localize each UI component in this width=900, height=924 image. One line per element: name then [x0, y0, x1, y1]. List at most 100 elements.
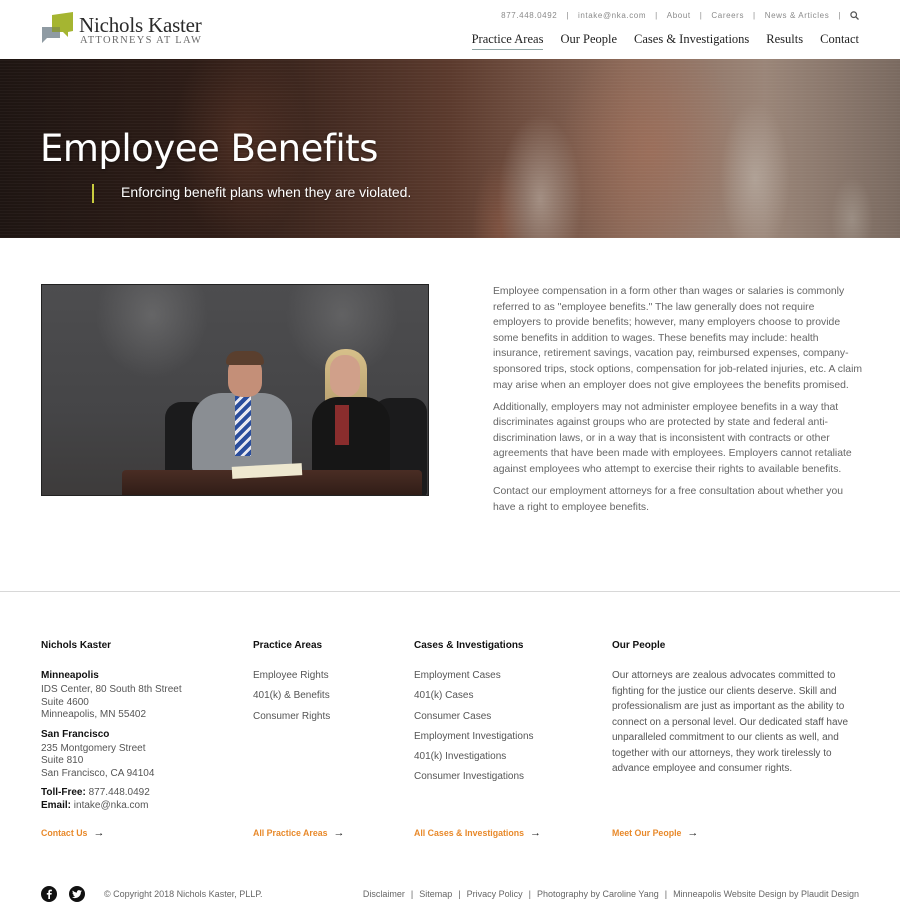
contact-us-label: Contact Us: [41, 828, 88, 838]
photography-credit-link[interactable]: Photography by Caroline Yang: [537, 889, 659, 899]
list-item: Employee Rights: [253, 670, 330, 682]
office-name: Minneapolis: [41, 670, 99, 681]
photo-woman-head: [330, 355, 360, 397]
footer-divider: [0, 591, 900, 592]
office-address-line: 235 Montgomery Street: [41, 742, 146, 754]
utility-separator: |: [655, 11, 658, 20]
utility-email-link[interactable]: intake@nka.com: [578, 11, 646, 20]
office-address-line: Suite 810: [41, 755, 84, 766]
tollfree-line: Toll-Free: 877.448.0492: [41, 787, 182, 800]
footer-heading-people: Our People: [612, 640, 666, 651]
footer-col-cases: Cases & Investigations Employment Cases …: [414, 640, 534, 792]
utility-link-news[interactable]: News & Articles: [765, 11, 830, 20]
legal-separator: |: [528, 889, 531, 899]
legal-links: Disclaimer | Sitemap | Privacy Policy | …: [363, 889, 859, 899]
photo-woman-blouse: [335, 405, 349, 445]
all-cases-label: All Cases & Investigations: [414, 828, 524, 838]
office-san-francisco: San Francisco 235 Montgomery Street Suit…: [41, 729, 182, 781]
utility-phone-link[interactable]: 877.448.0492: [501, 11, 557, 20]
privacy-policy-link[interactable]: Privacy Policy: [467, 889, 523, 899]
main-nav: Practice Areas Our People Cases & Invest…: [455, 32, 859, 50]
utility-nav: 877.448.0492 | intake@nka.com | About | …: [501, 11, 859, 20]
list-item: 401(k) & Benefits: [253, 690, 330, 702]
twitter-icon[interactable]: [69, 886, 85, 902]
utility-link-careers[interactable]: Careers: [711, 11, 744, 20]
footer-col-firm: Nichols Kaster Minneapolis IDS Center, 8…: [41, 640, 182, 812]
all-practice-areas-link[interactable]: All Practice Areas →: [253, 827, 345, 839]
list-item: Consumer Investigations: [414, 771, 534, 783]
meet-our-people-label: Meet Our People: [612, 828, 682, 838]
practice-link[interactable]: 401(k) & Benefits: [253, 690, 330, 701]
office-address-line: Minneapolis, MN 55402: [41, 709, 147, 720]
utility-link-about[interactable]: About: [667, 11, 691, 20]
utility-separator: |: [753, 11, 756, 20]
cases-list: Employment Cases 401(k) Cases Consumer C…: [414, 670, 534, 783]
design-credit-link[interactable]: Minneapolis Website Design by Plaudit De…: [673, 889, 859, 899]
list-item: 401(k) Investigations: [414, 751, 534, 763]
hero-banner: Employee Benefits Enforcing benefit plan…: [0, 59, 900, 238]
page-subtitle: Enforcing benefit plans when they are vi…: [121, 184, 412, 200]
meet-our-people-link[interactable]: Meet Our People →: [612, 828, 698, 839]
people-blurb: Our attorneys are zealous advocates comm…: [612, 670, 849, 774]
arrow-right-icon: →: [93, 827, 105, 839]
case-link[interactable]: Consumer Cases: [414, 711, 491, 722]
email-label: Email:: [41, 799, 72, 811]
practice-link[interactable]: Consumer Rights: [253, 711, 330, 722]
article-body: Employee compensation in a form other th…: [493, 284, 863, 522]
legal-separator: |: [410, 889, 414, 899]
list-item: Employment Investigations: [414, 731, 534, 743]
facebook-icon[interactable]: [41, 886, 57, 902]
nav-our-people[interactable]: Our People: [560, 32, 617, 50]
utility-separator: |: [699, 11, 703, 20]
nav-cases-investigations[interactable]: Cases & Investigations: [634, 32, 749, 50]
office-address-line: San Francisco, CA 94104: [41, 767, 155, 779]
copyright-text: © Copyright 2018 Nichols Kaster, PLLP.: [104, 889, 263, 899]
logo-tagline: ATTORNEYS AT LAW: [80, 35, 203, 46]
all-practice-areas-label: All Practice Areas: [253, 828, 328, 838]
arrow-right-icon: →: [333, 827, 345, 839]
attorneys-photo: [41, 284, 429, 496]
office-name: San Francisco: [41, 728, 110, 740]
page-title: Employee Benefits: [40, 127, 378, 170]
disclaimer-link[interactable]: Disclaimer: [363, 889, 405, 899]
footer-col-practice-areas: Practice Areas Employee Rights 401(k) & …: [253, 640, 330, 731]
office-address-line: IDS Center, 80 South 8th Street: [41, 684, 182, 695]
arrow-right-icon: →: [530, 827, 541, 839]
case-link[interactable]: 401(k) Cases: [414, 690, 473, 701]
article-paragraph: Employee compensation in a form other th…: [493, 286, 863, 391]
practice-link[interactable]: Employee Rights: [253, 670, 329, 681]
hero-accent-bar: [92, 184, 94, 203]
list-item: Consumer Rights: [253, 711, 330, 723]
site-header: Nichols Kaster ATTORNEYS AT LAW 877.448.…: [0, 0, 900, 59]
footer-bottom-bar: © Copyright 2018 Nichols Kaster, PLLP. D…: [0, 886, 900, 906]
contact-us-link[interactable]: Contact Us →: [41, 827, 105, 839]
all-cases-link[interactable]: All Cases & Investigations →: [414, 827, 541, 839]
utility-separator: |: [838, 11, 841, 20]
case-link[interactable]: Employment Cases: [414, 670, 501, 681]
sitemap-link[interactable]: Sitemap: [419, 889, 452, 899]
tollfree-number[interactable]: 877.448.0492: [89, 787, 150, 798]
nav-practice-areas[interactable]: Practice Areas: [471, 32, 544, 50]
legal-separator: |: [458, 889, 461, 899]
footer-heading-cases: Cases & Investigations: [414, 640, 524, 651]
nav-results[interactable]: Results: [766, 32, 803, 50]
search-icon[interactable]: [850, 11, 859, 20]
footer-heading-firm: Nichols Kaster: [41, 640, 112, 651]
email-address[interactable]: intake@nka.com: [74, 800, 149, 811]
email-line: Email: intake@nka.com: [41, 800, 182, 813]
list-item: Employment Cases: [414, 670, 534, 682]
office-address-line: Suite 4600: [41, 696, 89, 708]
article-paragraph: Additionally, employers may not administ…: [493, 401, 852, 476]
case-link[interactable]: Employment Investigations: [414, 731, 534, 742]
logo-link[interactable]: Nichols Kaster ATTORNEYS AT LAW: [41, 12, 211, 48]
nav-contact[interactable]: Contact: [820, 32, 859, 50]
footer-heading-practice-areas: Practice Areas: [253, 640, 323, 651]
legal-separator: |: [664, 889, 668, 899]
footer-col-people: Our People Our attorneys are zealous adv…: [612, 640, 858, 777]
list-item: Consumer Cases: [414, 711, 534, 723]
practice-areas-list: Employee Rights 401(k) & Benefits Consum…: [253, 670, 330, 723]
logo-speech-bubbles-icon: [42, 12, 73, 43]
photo-tie: [235, 396, 251, 456]
case-link[interactable]: Consumer Investigations: [414, 771, 524, 782]
case-link[interactable]: 401(k) Investigations: [414, 751, 506, 762]
